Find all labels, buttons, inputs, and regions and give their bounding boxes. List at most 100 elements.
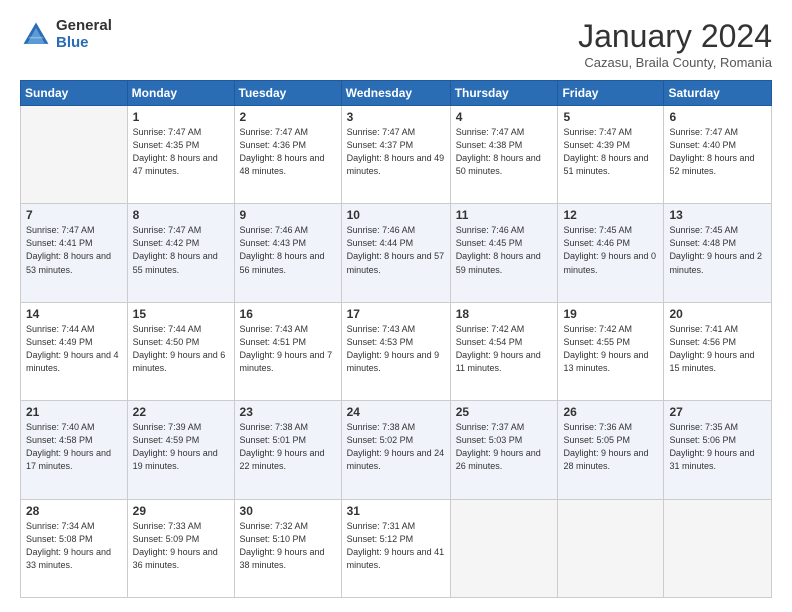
day-cell: 13 Sunrise: 7:45 AMSunset: 4:48 PMDayligh… [664,204,772,302]
day-info: Sunrise: 7:45 AMSunset: 4:46 PMDaylight:… [563,225,656,274]
day-info: Sunrise: 7:47 AMSunset: 4:37 PMDaylight:… [347,127,445,176]
day-info: Sunrise: 7:38 AMSunset: 5:01 PMDaylight:… [240,422,325,471]
day-number: 5 [563,110,658,124]
day-cell: 22Sunrise: 7:39 AMSunset: 4:59 PMDayligh… [127,401,234,499]
day-header-monday: Monday [127,81,234,106]
day-info: Sunrise: 7:46 AMSunset: 4:44 PMDaylight:… [347,225,445,274]
calendar-subtitle: Cazasu, Braila County, Romania [578,55,772,70]
day-cell: 19 Sunrise: 7:42 AMSunset: 4:55 PMDayligh… [558,302,664,400]
day-number: 18 [456,307,553,321]
day-cell [664,499,772,597]
day-cell: 26 Sunrise: 7:36 AMSunset: 5:05 PMDayligh… [558,401,664,499]
day-cell: 21Sunrise: 7:40 AMSunset: 4:58 PMDayligh… [21,401,128,499]
day-info: Sunrise: 7:45 AMSunset: 4:48 PMDaylight:… [669,225,762,274]
day-cell: 29 Sunrise: 7:33 AMSunset: 5:09 PMDayligh… [127,499,234,597]
calendar-table: SundayMondayTuesdayWednesdayThursdayFrid… [20,80,772,598]
day-info: Sunrise: 7:32 AMSunset: 5:10 PMDaylight:… [240,521,325,570]
day-cell: 23 Sunrise: 7:38 AMSunset: 5:01 PMDayligh… [234,401,341,499]
day-info: Sunrise: 7:47 AMSunset: 4:38 PMDaylight:… [456,127,541,176]
day-header-friday: Friday [558,81,664,106]
day-info: Sunrise: 7:36 AMSunset: 5:05 PMDaylight:… [563,422,648,471]
day-info: Sunrise: 7:44 AMSunset: 4:49 PMDaylight:… [26,324,119,373]
day-number: 31 [347,504,445,518]
day-cell: 10 Sunrise: 7:46 AMSunset: 4:44 PMDayligh… [341,204,450,302]
day-number: 9 [240,208,336,222]
day-cell: 16 Sunrise: 7:43 AMSunset: 4:51 PMDayligh… [234,302,341,400]
week-row-4: 21Sunrise: 7:40 AMSunset: 4:58 PMDayligh… [21,401,772,499]
day-number: 6 [669,110,766,124]
week-row-1: 1 Sunrise: 7:47 AMSunset: 4:35 PMDaylight… [21,106,772,204]
day-info: Sunrise: 7:46 AMSunset: 4:43 PMDaylight:… [240,225,325,274]
day-cell: 28Sunrise: 7:34 AMSunset: 5:08 PMDayligh… [21,499,128,597]
day-info: Sunrise: 7:41 AMSunset: 4:56 PMDaylight:… [669,324,754,373]
day-number: 15 [133,307,229,321]
header-row: SundayMondayTuesdayWednesdayThursdayFrid… [21,81,772,106]
day-info: Sunrise: 7:34 AMSunset: 5:08 PMDaylight:… [26,521,111,570]
day-info: Sunrise: 7:42 AMSunset: 4:55 PMDaylight:… [563,324,648,373]
day-header-wednesday: Wednesday [341,81,450,106]
day-number: 29 [133,504,229,518]
day-info: Sunrise: 7:44 AMSunset: 4:50 PMDaylight:… [133,324,226,373]
day-info: Sunrise: 7:47 AMSunset: 4:35 PMDaylight:… [133,127,218,176]
day-cell: 12 Sunrise: 7:45 AMSunset: 4:46 PMDayligh… [558,204,664,302]
day-cell: 4 Sunrise: 7:47 AMSunset: 4:38 PMDaylight… [450,106,558,204]
day-number: 10 [347,208,445,222]
day-number: 22 [133,405,229,419]
day-cell: 3 Sunrise: 7:47 AMSunset: 4:37 PMDaylight… [341,106,450,204]
day-cell: 27Sunrise: 7:35 AMSunset: 5:06 PMDayligh… [664,401,772,499]
day-cell: 11 Sunrise: 7:46 AMSunset: 4:45 PMDayligh… [450,204,558,302]
day-header-thursday: Thursday [450,81,558,106]
logo-icon [20,19,52,51]
logo-blue-text: Blue [56,35,112,52]
day-cell: 30Sunrise: 7:32 AMSunset: 5:10 PMDayligh… [234,499,341,597]
day-number: 8 [133,208,229,222]
day-number: 2 [240,110,336,124]
page: General Blue January 2024 Cazasu, Braila… [0,0,792,612]
day-number: 24 [347,405,445,419]
day-header-saturday: Saturday [664,81,772,106]
day-number: 16 [240,307,336,321]
day-cell: 7 Sunrise: 7:47 AMSunset: 4:41 PMDaylight… [21,204,128,302]
day-number: 13 [669,208,766,222]
day-number: 11 [456,208,553,222]
day-number: 25 [456,405,553,419]
day-info: Sunrise: 7:38 AMSunset: 5:02 PMDaylight:… [347,422,445,471]
day-cell: 17 Sunrise: 7:43 AMSunset: 4:53 PMDayligh… [341,302,450,400]
day-info: Sunrise: 7:43 AMSunset: 4:51 PMDaylight:… [240,324,333,373]
day-cell: 20Sunrise: 7:41 AMSunset: 4:56 PMDayligh… [664,302,772,400]
day-info: Sunrise: 7:37 AMSunset: 5:03 PMDaylight:… [456,422,541,471]
day-info: Sunrise: 7:31 AMSunset: 5:12 PMDaylight:… [347,521,445,570]
logo-text: General Blue [56,18,112,51]
day-number: 12 [563,208,658,222]
day-cell [558,499,664,597]
logo-general-text: General [56,18,112,35]
day-info: Sunrise: 7:47 AMSunset: 4:39 PMDaylight:… [563,127,648,176]
day-header-sunday: Sunday [21,81,128,106]
day-info: Sunrise: 7:40 AMSunset: 4:58 PMDaylight:… [26,422,111,471]
day-cell: 6Sunrise: 7:47 AMSunset: 4:40 PMDaylight… [664,106,772,204]
week-row-2: 7 Sunrise: 7:47 AMSunset: 4:41 PMDaylight… [21,204,772,302]
day-info: Sunrise: 7:46 AMSunset: 4:45 PMDaylight:… [456,225,541,274]
title-block: January 2024 Cazasu, Braila County, Roma… [578,18,772,70]
day-cell: 14 Sunrise: 7:44 AMSunset: 4:49 PMDayligh… [21,302,128,400]
day-number: 14 [26,307,122,321]
day-info: Sunrise: 7:47 AMSunset: 4:41 PMDaylight:… [26,225,111,274]
day-info: Sunrise: 7:42 AMSunset: 4:54 PMDaylight:… [456,324,541,373]
day-number: 23 [240,405,336,419]
day-info: Sunrise: 7:35 AMSunset: 5:06 PMDaylight:… [669,422,754,471]
day-cell: 9 Sunrise: 7:46 AMSunset: 4:43 PMDaylight… [234,204,341,302]
day-number: 4 [456,110,553,124]
day-number: 7 [26,208,122,222]
week-row-5: 28Sunrise: 7:34 AMSunset: 5:08 PMDayligh… [21,499,772,597]
day-number: 17 [347,307,445,321]
day-info: Sunrise: 7:43 AMSunset: 4:53 PMDaylight:… [347,324,440,373]
day-number: 1 [133,110,229,124]
day-info: Sunrise: 7:47 AMSunset: 4:42 PMDaylight:… [133,225,218,274]
day-number: 19 [563,307,658,321]
day-number: 26 [563,405,658,419]
logo: General Blue [20,18,112,51]
day-cell: 24 Sunrise: 7:38 AMSunset: 5:02 PMDayligh… [341,401,450,499]
day-number: 3 [347,110,445,124]
day-cell: 2Sunrise: 7:47 AMSunset: 4:36 PMDaylight… [234,106,341,204]
day-info: Sunrise: 7:33 AMSunset: 5:09 PMDaylight:… [133,521,218,570]
